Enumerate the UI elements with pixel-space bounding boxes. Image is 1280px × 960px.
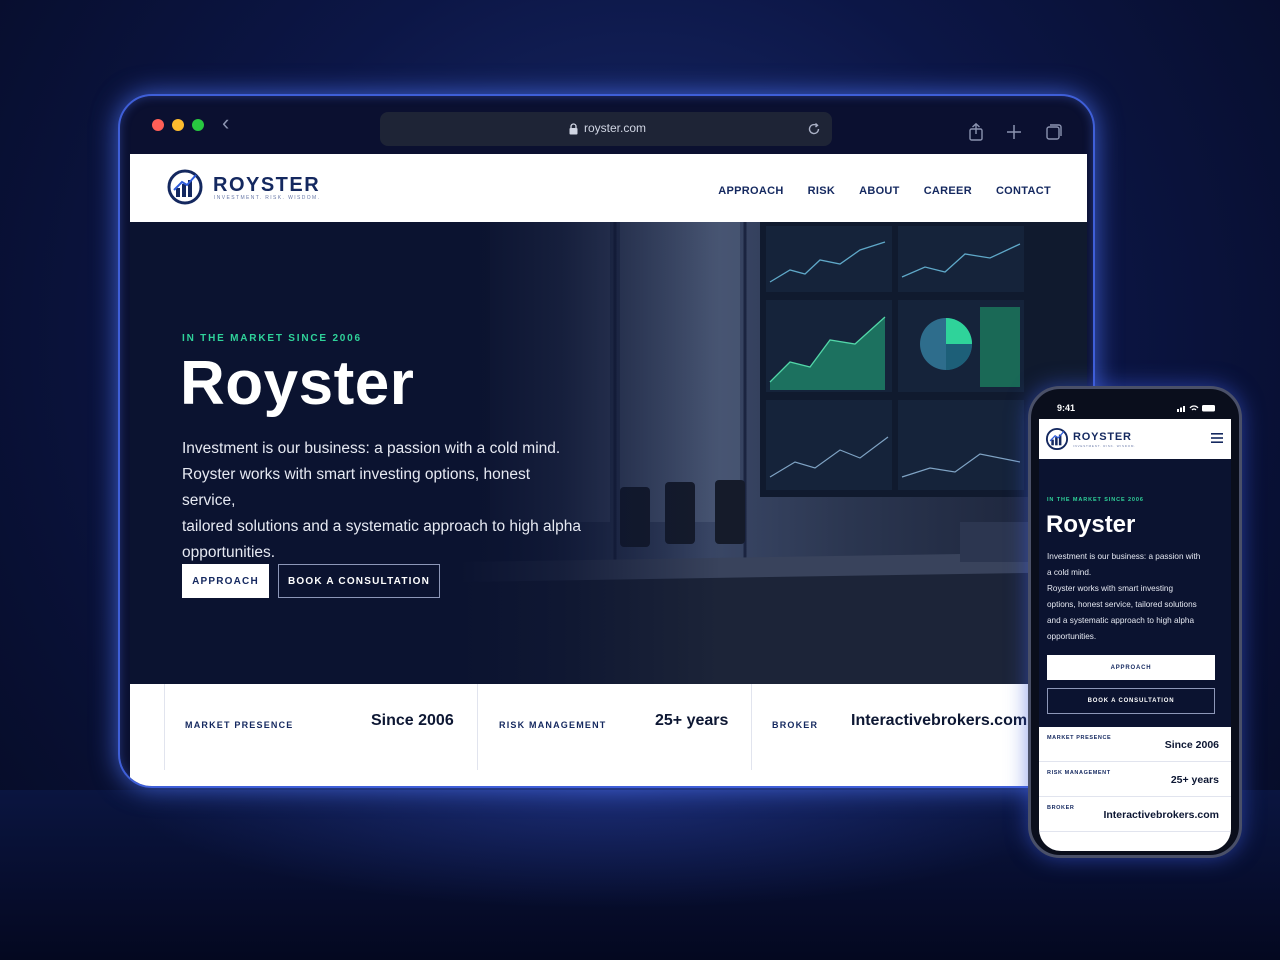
hero-line: Investment is our business: a passion wi… [182, 440, 561, 457]
phone-stat-label: MARKET PRESENCE [1047, 735, 1112, 741]
phone-hero-description: Investment is our business: a passion wi… [1047, 549, 1225, 645]
lock-icon [569, 123, 578, 135]
phone-hero-line: and a systematic approach to high alpha [1047, 616, 1195, 625]
stat-divider [477, 684, 478, 770]
phone-stats-list: MARKET PRESENCE Since 2006 RISK MANAGEME… [1039, 727, 1231, 851]
url-text: royster.com [584, 121, 647, 135]
logo-name: ROYSTER [213, 174, 321, 196]
stat-label-risk-management: RISK MANAGEMENT [499, 720, 607, 730]
phone-logo-tagline: INVESTMENT. RISK. WISDOM. [1073, 444, 1136, 448]
stats-bar: MARKET PRESENCE Since 2006 RISK MANAGEME… [130, 684, 1087, 786]
floor-glow [120, 790, 1100, 910]
hero-line: Royster works with smart investing optio… [182, 466, 531, 509]
book-consultation-button[interactable]: BOOK A CONSULTATION [278, 564, 440, 598]
main-nav: APPROACH RISK ABOUT CAREER CONTACT [718, 185, 1051, 197]
address-bar[interactable]: royster.com [380, 112, 832, 146]
phone-logo-name: ROYSTER [1073, 431, 1132, 443]
hero-section: IN THE MARKET SINCE 2006 Royster Investm… [130, 222, 1087, 684]
browser-toolbar: ‹ royster.com [120, 96, 1093, 154]
hero-description: Investment is our business: a passion wi… [182, 436, 582, 566]
phone-stat-value[interactable]: Interactivebrokers.com [1103, 809, 1219, 821]
tab-overview-icon[interactable] [1044, 122, 1064, 142]
phone-screen: ROYSTER INVESTMENT. RISK. WISDOM. IN THE… [1039, 419, 1231, 851]
browser-window: ‹ royster.com ROYSTER INVESTMENT. RISK. … [118, 94, 1095, 788]
stat-value-broker[interactable]: Interactivebrokers.com [851, 712, 1027, 730]
phone-stat-value: Since 2006 [1164, 739, 1219, 751]
logo-chart-icon[interactable] [1045, 427, 1069, 451]
stat-divider [751, 684, 752, 770]
hero-line: opportunities. [182, 544, 276, 561]
nav-career[interactable]: CAREER [924, 185, 972, 197]
phone-hero-line: options, honest service, tailored soluti… [1047, 600, 1197, 609]
phone-stat-row: MARKET PRESENCE Since 2006 [1039, 727, 1231, 762]
phone-stat-row: BROKER Interactivebrokers.com [1039, 797, 1231, 832]
phone-device: 9:41 ROYSTER INVESTMENT. RISK. WISDOM. I… [1028, 386, 1242, 858]
phone-clock: 9:41 [1057, 403, 1076, 413]
approach-button[interactable]: APPROACH [182, 564, 269, 598]
nav-about[interactable]: ABOUT [859, 185, 900, 197]
phone-hero-line: Royster works with smart investing [1047, 584, 1174, 593]
phone-hero-title: Royster [1046, 511, 1136, 538]
phone-approach-button[interactable]: APPROACH [1047, 655, 1215, 680]
phone-status-bar: 9:41 [1031, 389, 1239, 419]
phone-hero-line: opportunities. [1047, 632, 1097, 641]
logo-chart-icon[interactable] [166, 168, 204, 206]
signal-wifi-battery-icon [1177, 405, 1215, 412]
reload-icon[interactable] [806, 121, 822, 137]
close-window-button[interactable] [152, 119, 164, 131]
phone-hero-eyebrow: IN THE MARKET SINCE 2006 [1047, 497, 1144, 503]
share-icon[interactable] [966, 122, 986, 142]
phone-stat-row: RISK MANAGEMENT 25+ years [1039, 762, 1231, 797]
stat-value-risk-management: 25+ years [655, 712, 729, 729]
minimize-window-button[interactable] [172, 119, 184, 131]
new-tab-icon[interactable] [1004, 122, 1024, 142]
hero-eyebrow: IN THE MARKET SINCE 2006 [182, 333, 362, 344]
hero-line: tailored solutions and a systematic appr… [182, 518, 581, 535]
nav-approach[interactable]: APPROACH [718, 185, 783, 197]
phone-hero-section: IN THE MARKET SINCE 2006 Royster Investm… [1039, 459, 1231, 727]
phone-stat-label: RISK MANAGEMENT [1047, 770, 1111, 776]
stat-label-broker: BROKER [772, 720, 819, 730]
site-header: ROYSTER INVESTMENT. RISK. WISDOM. APPROA… [130, 154, 1087, 222]
stat-value-market-presence: Since 2006 [371, 712, 454, 729]
phone-stat-value: 25+ years [1170, 774, 1219, 786]
phone-site-header: ROYSTER INVESTMENT. RISK. WISDOM. [1039, 419, 1231, 459]
nav-risk[interactable]: RISK [808, 185, 835, 197]
back-arrow-icon[interactable]: ‹ [222, 112, 229, 134]
logo-tagline: INVESTMENT. RISK. WISDOM. [214, 195, 321, 201]
stat-label-market-presence: MARKET PRESENCE [185, 720, 294, 730]
nav-contact[interactable]: CONTACT [996, 185, 1051, 197]
maximize-window-button[interactable] [192, 119, 204, 131]
phone-hero-line: a cold mind. [1047, 568, 1092, 577]
hero-title: Royster [180, 349, 415, 418]
website-viewport: ROYSTER INVESTMENT. RISK. WISDOM. APPROA… [130, 154, 1087, 786]
stat-divider [164, 684, 165, 770]
phone-hero-line: Investment is our business: a passion wi… [1047, 552, 1201, 561]
hamburger-menu-icon[interactable] [1211, 433, 1223, 443]
phone-book-consultation-button[interactable]: BOOK A CONSULTATION [1047, 688, 1215, 714]
phone-stat-label: BROKER [1047, 805, 1075, 811]
